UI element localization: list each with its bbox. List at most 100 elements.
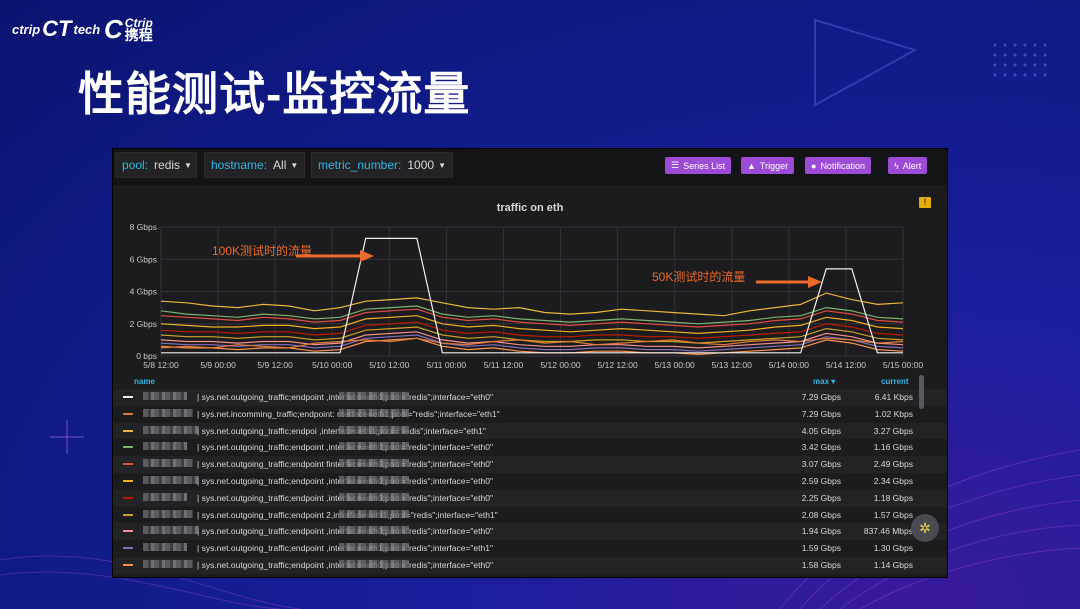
- legend-header: name max ▾ current: [113, 374, 947, 389]
- redacted-hostname: [143, 425, 199, 434]
- series-max-value: 7.29 Gbps: [801, 392, 841, 402]
- series-color-swatch: [123, 479, 133, 482]
- legend-row[interactable]: | sys.net.outgoing_traffic;endpoi ,inter…: [113, 422, 947, 440]
- legend-row[interactable]: | sys.net.incomming_traffic;endpoint: nt…: [113, 406, 947, 423]
- redacted-hostname: [143, 526, 199, 535]
- legend-row[interactable]: | sys.net.outgoing_traffic;endpoint ,int…: [113, 389, 947, 406]
- legend-current-header[interactable]: current: [881, 377, 909, 386]
- sort-down-icon: ▾: [831, 377, 836, 386]
- legend-row[interactable]: | sys.net.outgoing_traffic;endpoint ,int…: [113, 540, 947, 557]
- series-legend-table: name max ▾ current | sys.net.outgoing_tr…: [113, 374, 947, 574]
- y-tick-label: 8 Gbps: [130, 222, 157, 232]
- series-color-swatch: [123, 396, 133, 398]
- button-label: Trigger: [759, 160, 789, 171]
- redacted-endpoint: [339, 559, 409, 568]
- x-tick-label: 5/14 12:00: [826, 360, 866, 370]
- series-current-value: 3.27 Gbps: [873, 425, 913, 436]
- slide-title: 性能测试-监控流量: [78, 68, 471, 120]
- x-tick-label: 5/12 12:00: [598, 360, 638, 370]
- legend-row[interactable]: | sys.net.outgoing_traffic;endpoint ,int…: [113, 473, 947, 490]
- legend-row[interactable]: | sys.net.outgoing_traffic;endpoint ,int…: [113, 489, 947, 507]
- variable-value: All: [273, 158, 287, 172]
- x-tick-label: 5/9 00:00: [200, 360, 236, 370]
- x-tick-label: 5/8 12:00: [143, 360, 179, 370]
- redacted-endpoint: [339, 459, 409, 468]
- trigger-button[interactable]: ▲ Trigger: [741, 157, 795, 174]
- button-label: Series List: [683, 160, 726, 171]
- alert-button[interactable]: ϟ Alert: [888, 157, 928, 174]
- x-tick-label: 5/15 00:00: [883, 360, 923, 370]
- legend-max-header[interactable]: max ▾: [813, 377, 835, 386]
- tech-logo-mark: CT: [42, 16, 72, 41]
- legend-row[interactable]: | sys.net.outgoing_traffic;endpoint ,int…: [113, 439, 947, 456]
- button-label: Notification: [820, 160, 865, 171]
- legend-row[interactable]: | sys.net.outgoing_traffic;endpoint ,int…: [113, 523, 947, 541]
- series-line: [160, 308, 904, 328]
- legend-row[interactable]: | sys.net.outgoing_traffic;endpoint ,int…: [113, 556, 947, 574]
- variable-value: 1000: [407, 158, 435, 172]
- series-current-value: 837.46 Mbps: [863, 526, 913, 537]
- redacted-hostname: [143, 543, 187, 552]
- redacted-hostname: [143, 408, 193, 417]
- dashboard-toolbar: pool: redis ▼ hostname: All ▼ metric_num…: [113, 149, 947, 185]
- series-color-swatch: [123, 412, 133, 415]
- series-line: [160, 305, 904, 325]
- x-tick-label: 5/12 00:00: [540, 360, 580, 370]
- redacted-hostname: [143, 392, 187, 400]
- tech-logo-suffix: tech: [73, 21, 101, 37]
- y-tick-label: 2 Gbps: [130, 319, 157, 329]
- legend-scrollbar[interactable]: [919, 375, 924, 409]
- redacted-hostname: [143, 509, 193, 518]
- legend-name-header[interactable]: name: [134, 377, 155, 386]
- legend-rows: | sys.net.outgoing_traffic;endpoint ,int…: [113, 389, 947, 574]
- legend-row[interactable]: | sys.net.outgoing_traffic;endpoint fint…: [113, 456, 947, 473]
- ctrip-tech-logo: ctrip CT tech: [12, 14, 100, 44]
- series-color-swatch: [123, 513, 133, 516]
- chart-title: traffic on eth: [496, 202, 564, 214]
- redacted-endpoint: [339, 475, 409, 484]
- variable-key: metric_number:: [318, 158, 402, 172]
- series-current-value: 1.02 Kbps: [874, 408, 913, 419]
- tech-logo-prefix: ctrip: [12, 21, 41, 37]
- variable-key: hostname:: [211, 158, 268, 172]
- metric-number-variable-dropdown[interactable]: metric_number: 1000 ▼: [311, 152, 453, 178]
- series-max-value: 2.59 Gbps: [801, 475, 841, 486]
- button-label: Alert: [902, 160, 922, 171]
- redacted-endpoint: [339, 492, 409, 501]
- redacted-endpoint: [339, 543, 409, 552]
- series-current-value: 6.41 Kbps: [874, 392, 913, 402]
- notification-button[interactable]: ● Notification: [805, 157, 871, 174]
- series-current-value: 1.16 Gbps: [873, 442, 913, 453]
- redacted-hostname: [143, 492, 187, 501]
- series-max-value: 3.42 Gbps: [801, 442, 841, 453]
- warning-icon[interactable]: !: [919, 197, 931, 208]
- series-max-value: 7.29 Gbps: [801, 408, 841, 419]
- ctrip-cn-name: 携程: [124, 27, 153, 43]
- x-tick-label: 5/11 00:00: [427, 360, 467, 370]
- series-line: [160, 337, 904, 349]
- ctrip-c-mark-icon: C: [104, 13, 123, 44]
- pool-variable-dropdown[interactable]: pool: redis ▼: [115, 152, 197, 178]
- redacted-hostname: [143, 442, 187, 451]
- series-color-swatch: [123, 563, 133, 566]
- x-tick-label: 5/10 00:00: [312, 360, 352, 370]
- series-max-value: 1.59 Gbps: [801, 543, 841, 554]
- x-tick-label: 5/13 00:00: [655, 360, 695, 370]
- redacted-endpoint: [339, 442, 409, 451]
- redacted-endpoint: [339, 392, 409, 400]
- series-current-value: 1.57 Gbps: [873, 509, 913, 520]
- series-line: [160, 321, 904, 339]
- caret-down-icon: ▼: [184, 160, 192, 170]
- settings-fab-icon[interactable]: ✲: [911, 514, 939, 542]
- legend-row[interactable]: | sys.net.outgoing_traffic;endpoint 2,in…: [113, 507, 947, 524]
- redacted-hostname: [143, 475, 199, 484]
- series-current-value: 1.18 Gbps: [873, 492, 913, 503]
- series-list-button[interactable]: ☰ Series List: [665, 157, 732, 174]
- series-max-value: 4.05 Gbps: [801, 425, 841, 436]
- traffic-graph[interactable]: 8 Gbps6 Gbps4 Gbps2 Gbps0 bps5/8 12:00 5/…: [113, 215, 947, 375]
- ctrip-logo: C Ctrip 携程: [104, 14, 153, 44]
- bolt-icon: ϟ: [894, 160, 899, 171]
- legend-max-label: max: [813, 377, 830, 386]
- hostname-variable-dropdown[interactable]: hostname: All ▼: [204, 152, 305, 178]
- caret-down-icon: ▼: [290, 160, 299, 170]
